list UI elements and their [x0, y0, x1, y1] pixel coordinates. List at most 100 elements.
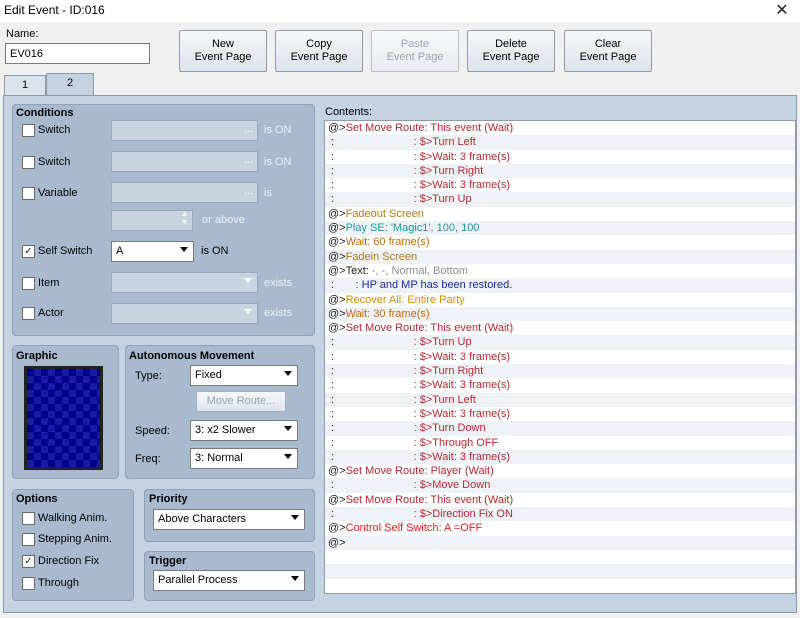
command-prefix: @> [328, 122, 346, 134]
priority-select[interactable]: Above Characters [153, 509, 305, 530]
command-prefix: @> [328, 522, 346, 535]
through-label: Through [38, 577, 79, 589]
command-row[interactable]: : : $>Wait: 3 frame(s) [325, 449, 795, 465]
item-select[interactable] [111, 272, 258, 293]
empty-row [325, 550, 795, 564]
command-row[interactable]: : : $>Wait: 3 frame(s) [325, 150, 795, 164]
graphic-title: Graphic [16, 350, 58, 362]
command-prefix: @> [328, 250, 346, 263]
command-row[interactable]: @>Fadein Screen [325, 249, 795, 264]
command-row[interactable]: @>Wait: 30 frame(s) [325, 306, 795, 322]
command-row[interactable]: : : $>Wait: 3 frame(s) [325, 407, 795, 421]
command-row[interactable]: @>Set Move Route: This event (Wait) [325, 493, 795, 507]
tab-page-1[interactable]: 1 [4, 75, 46, 95]
command-row[interactable]: : : $>Wait: 3 frame(s) [325, 178, 795, 192]
command-row[interactable]: : : $>Through OFF [325, 436, 795, 450]
command-text: : $>Turn Left [413, 136, 476, 149]
command-row[interactable]: : : $>Turn Up [325, 335, 795, 350]
switch1-field[interactable]: ... [111, 120, 258, 141]
speed-label: Speed: [135, 425, 170, 437]
command-row[interactable]: : : $>Wait: 3 frame(s) [325, 378, 795, 392]
command-text: Fadein Screen [345, 250, 418, 263]
self-switch-select[interactable]: A [111, 241, 194, 262]
options-title: Options [16, 493, 58, 505]
chevron-down-icon [291, 576, 299, 581]
command-row[interactable]: @>Control Self Switch: A =OFF [325, 521, 795, 535]
new-event-page-button[interactable]: New Event Page [179, 30, 267, 72]
command-row[interactable]: @>Recover All: Entire Party [325, 293, 795, 307]
chevron-down-icon [244, 278, 252, 283]
command-row[interactable]: : : $>Turn Up [325, 192, 795, 207]
command-row[interactable]: : : $>Wait: 3 frame(s) [325, 350, 795, 364]
stepping-anim-checkbox[interactable] [22, 533, 35, 546]
name-input[interactable] [5, 43, 150, 64]
command-row[interactable]: @>Set Move Route: This event (Wait) [325, 321, 795, 335]
variable-checkbox[interactable] [22, 187, 35, 200]
command-row[interactable]: @>Play SE: 'Magic1', 100, 100 [325, 221, 795, 236]
command-prefix: : [328, 393, 414, 406]
trigger-select[interactable]: Parallel Process [153, 570, 305, 591]
command-row[interactable]: : : $>Turn Right [325, 163, 795, 179]
command-prefix: @> [328, 493, 346, 506]
command-text: Recover All: Entire Party [345, 293, 465, 306]
actor-checkbox[interactable] [22, 307, 35, 320]
command-text: Wait: 30 frame(s) [345, 307, 430, 320]
actor-select[interactable] [111, 303, 258, 324]
command-text: : $>Turn Down [413, 422, 486, 435]
switch2-suffix: is ON [264, 156, 292, 168]
command-prefix: : [328, 436, 414, 449]
switch2-field[interactable]: ... [111, 151, 258, 172]
command-row[interactable]: @>Fadeout Screen [325, 207, 795, 221]
movement-speed-select[interactable]: 3: x2 Slower [190, 420, 298, 441]
command-row[interactable]: : : HP and MP has been restored. [325, 278, 795, 293]
event-graphic-image[interactable] [24, 366, 103, 470]
command-row[interactable]: @>Wait: 60 frame(s) [325, 235, 795, 249]
delete-event-page-button[interactable]: Delete Event Page [467, 30, 555, 72]
clear-event-page-button[interactable]: Clear Event Page [564, 30, 652, 72]
variable-value-spinner[interactable]: ▲ ▼ [111, 210, 193, 231]
close-icon[interactable]: ✕ [772, 1, 792, 21]
chevron-down-icon [291, 515, 299, 520]
command-row[interactable]: : : $>Turn Right [325, 364, 795, 379]
tab-page-2[interactable]: 2 [46, 73, 94, 95]
command-text: : $>Turn Right [413, 365, 484, 378]
walking-anim-checkbox[interactable] [22, 512, 35, 525]
through-checkbox[interactable] [22, 577, 35, 590]
command-prefix: : [328, 193, 414, 206]
command-text: Set Move Route: This event (Wait) [345, 493, 514, 506]
direction-fix-checkbox[interactable]: ✓ [22, 555, 35, 568]
command-row[interactable]: @>Set Move Route: Player (Wait) [325, 464, 795, 478]
paste-event-page-button[interactable]: Paste Event Page [371, 30, 459, 72]
command-prefix: : [328, 164, 414, 177]
event-commands-list[interactable]: @>Set Move Route: This event (Wait) : : … [324, 120, 796, 594]
item-checkbox[interactable] [22, 277, 35, 290]
command-row[interactable]: : : $>Turn Left [325, 392, 795, 407]
movement-type-select[interactable]: Fixed [190, 365, 298, 386]
command-row[interactable]: : : $>Move Down [325, 478, 795, 493]
command-prefix: : [328, 279, 356, 292]
contents-label: Contents: [325, 106, 373, 118]
command-text: Set Move Route: This event (Wait) [345, 122, 514, 134]
spinner-arrows-icon[interactable]: ▲ ▼ [181, 211, 188, 227]
command-prefix: : [328, 350, 414, 363]
command-row[interactable]: : : $>Direction Fix ON [325, 507, 795, 522]
item-suffix: exists [264, 277, 293, 289]
command-row[interactable]: @>Text: -, -, Normal, Bottom [325, 264, 795, 278]
variable-field[interactable]: ... [111, 182, 258, 203]
variable-above-label: or above [202, 214, 245, 226]
switch2-checkbox[interactable] [22, 156, 35, 169]
autonomous-movement-title: Autonomous Movement [129, 350, 255, 362]
copy-event-page-button[interactable]: Copy Event Page [275, 30, 363, 72]
self-switch-checkbox[interactable]: ✓ [22, 245, 35, 258]
command-row[interactable]: : : $>Turn Down [325, 421, 795, 436]
command-text: : $>Wait: 3 frame(s) [413, 350, 511, 363]
switch1-checkbox[interactable] [22, 124, 35, 137]
movement-freq-select[interactable]: 3: Normal [190, 448, 298, 469]
command-row[interactable]: : : $>Turn Left [325, 135, 795, 150]
command-row[interactable]: @>Set Move Route: This event (Wait) [325, 121, 795, 135]
command-prefix: @> [328, 307, 346, 320]
move-route-button[interactable]: Move Route... [196, 391, 286, 412]
command-row[interactable]: @> [325, 535, 795, 550]
command-text: Play SE: 'Magic1', 100, 100 [345, 222, 480, 235]
variable-suffix: is [264, 187, 272, 199]
